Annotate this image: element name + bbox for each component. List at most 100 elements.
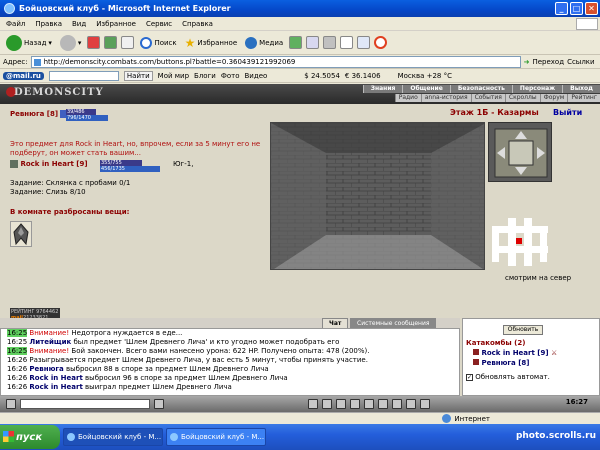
navigation-compass[interactable] [488,122,552,182]
nav-security[interactable]: Безопасность [449,85,512,93]
chat-nick[interactable]: Ревнюга [29,365,63,373]
clan-chat-icon[interactable] [392,399,402,409]
maximize-button[interactable]: □ [570,2,583,15]
player-name[interactable]: Ревнюга [8] [10,110,58,118]
companion-name[interactable]: Rock in Heart [9] [20,160,87,168]
media-button[interactable]: Медиа [243,34,285,52]
dungeon-view[interactable] [270,122,485,270]
address-input[interactable]: http://demonscity.combats.com/buttons.pl… [30,55,521,68]
links-button[interactable]: Ссылки [567,58,595,66]
trade-icon[interactable] [406,399,416,409]
favorites-button[interactable]: ★ Избранное [183,34,240,52]
facing-direction: смотрим на север [505,274,572,282]
menu-help[interactable]: Справка [182,20,213,28]
private-icon[interactable] [473,359,479,365]
game-logo: DEMONSCITY [14,87,104,98]
translit-icon[interactable] [336,399,346,409]
internet-zone-icon [442,414,452,423]
discuss-icon[interactable] [357,36,371,49]
messenger-icon[interactable] [374,36,388,49]
mail-icon[interactable] [306,36,320,49]
menu-favorites[interactable]: Избранное [96,20,136,28]
menu-view[interactable]: Вид [72,20,86,28]
nav-scrolls[interactable]: Скроллы [504,94,540,102]
menu-edit[interactable]: Правка [35,20,62,28]
close-button[interactable]: ✕ [585,2,598,15]
smile-icon[interactable] [364,399,374,409]
forward-arrow-icon [59,34,76,51]
forward-button[interactable]: ▾ [58,34,84,52]
print-icon[interactable] [323,36,337,49]
filter-icon[interactable] [322,399,332,409]
sound-icon[interactable] [350,399,360,409]
menu-tools[interactable]: Сервис [146,20,172,28]
chat-timestamp[interactable]: 16:25 [7,338,27,346]
chat-nick[interactable]: Rock in Heart [29,374,82,382]
minimize-button[interactable]: _ [555,2,568,15]
nav-forum[interactable]: Форум [539,94,568,102]
windows-taskbar: пуск Бойцовский клуб - M... Бойцовский к… [0,424,600,450]
dropped-item[interactable] [10,221,32,247]
exit-location-link[interactable]: Выйти [553,108,582,117]
search-button[interactable]: Поиск [138,34,178,52]
private-icon[interactable] [473,349,479,355]
chat-timestamp[interactable]: 16:26 [7,356,27,364]
game-header: DEMONSCITY Знания Общение Безопасность П… [0,84,600,104]
edit-icon[interactable] [340,36,354,49]
history-icon[interactable] [289,36,303,49]
tab-system-messages[interactable]: Системные сообщения [350,318,437,328]
mailru-moimir[interactable]: Мой мир [158,72,189,80]
chat-timestamp[interactable]: 16:26 [7,383,27,391]
auto-refresh-option[interactable]: ✓ Обновлять автомат. [466,373,550,381]
go-arrow-icon[interactable]: ➜ [524,58,530,66]
chat-message-input[interactable] [20,399,150,409]
info-icon[interactable] [420,399,430,409]
room-user-2[interactable]: Ревнюга [8] [473,359,529,367]
home-icon[interactable] [121,36,135,49]
nav-history[interactable]: anna-история [420,94,471,102]
nav-knowledge[interactable]: Знания [362,85,403,93]
quest-task-1: Задание: Склянка с пробами 0/1 [10,179,131,187]
tab-chat[interactable]: Чат [322,318,349,328]
stop-icon[interactable] [87,36,101,49]
chat-nick[interactable]: Rock in Heart [29,383,82,391]
log-icon[interactable] [378,399,388,409]
go-button[interactable]: Переход [532,58,564,66]
room-user-1[interactable]: Rock in Heart [9] ⚔ [473,349,557,357]
mailru-find-button[interactable]: Найти [123,70,153,81]
start-button[interactable]: пуск [0,425,60,449]
address-label: Адрес: [3,57,28,66]
address-bar: Адрес: http://demonscity.combats.com/but… [0,55,600,69]
auto-refresh-checkbox[interactable]: ✓ [466,374,473,381]
chat-menu-icon[interactable] [6,399,16,409]
taskbar-item-1[interactable]: Бойцовский клуб - M... [63,428,163,446]
send-icon[interactable] [154,399,164,409]
nav-communication[interactable]: Общение [402,85,450,93]
refresh-button[interactable]: Обновить [503,325,543,335]
back-button[interactable]: Назад ▾ [4,34,54,52]
refresh-icon[interactable] [104,36,118,49]
nav-events[interactable]: События [470,94,505,102]
mailru-photo[interactable]: Фото [221,72,240,80]
mailru-search-input[interactable] [48,70,119,81]
nav-exit[interactable]: Выход [562,85,600,93]
chat-timestamp[interactable]: 16:26 [7,374,27,382]
nav-character[interactable]: Персонаж [511,85,563,93]
mailru-video[interactable]: Видео [245,72,268,80]
chat-message: выиграл предмет Шлем Древнего Лича [85,383,232,391]
chat-timestamp[interactable]: 16:25 [7,329,28,337]
nav-rating[interactable]: Рейтинг [567,94,600,102]
mailru-logo[interactable]: @mail.ru [3,71,44,80]
favorites-label: Избранное [197,38,238,47]
chat-timestamp[interactable]: 16:26 [7,365,27,373]
nav-radio[interactable]: Радио [394,94,421,102]
menu-file[interactable]: Файл [6,20,25,28]
taskbar-item-2[interactable]: Бойцовский клуб - M... [166,428,266,446]
mailru-blogs[interactable]: Блоги [194,72,216,80]
chat-nick[interactable]: Литейщик [29,338,71,346]
weather[interactable]: Москва +28 °С [398,72,452,80]
clear-icon[interactable] [308,399,318,409]
room-title: Катакомбы (2) [466,339,526,347]
chat-log[interactable]: 16:25 Внимание! Недотрога нуждается в ед… [0,328,460,396]
chat-timestamp[interactable]: 16:25 [7,347,28,355]
